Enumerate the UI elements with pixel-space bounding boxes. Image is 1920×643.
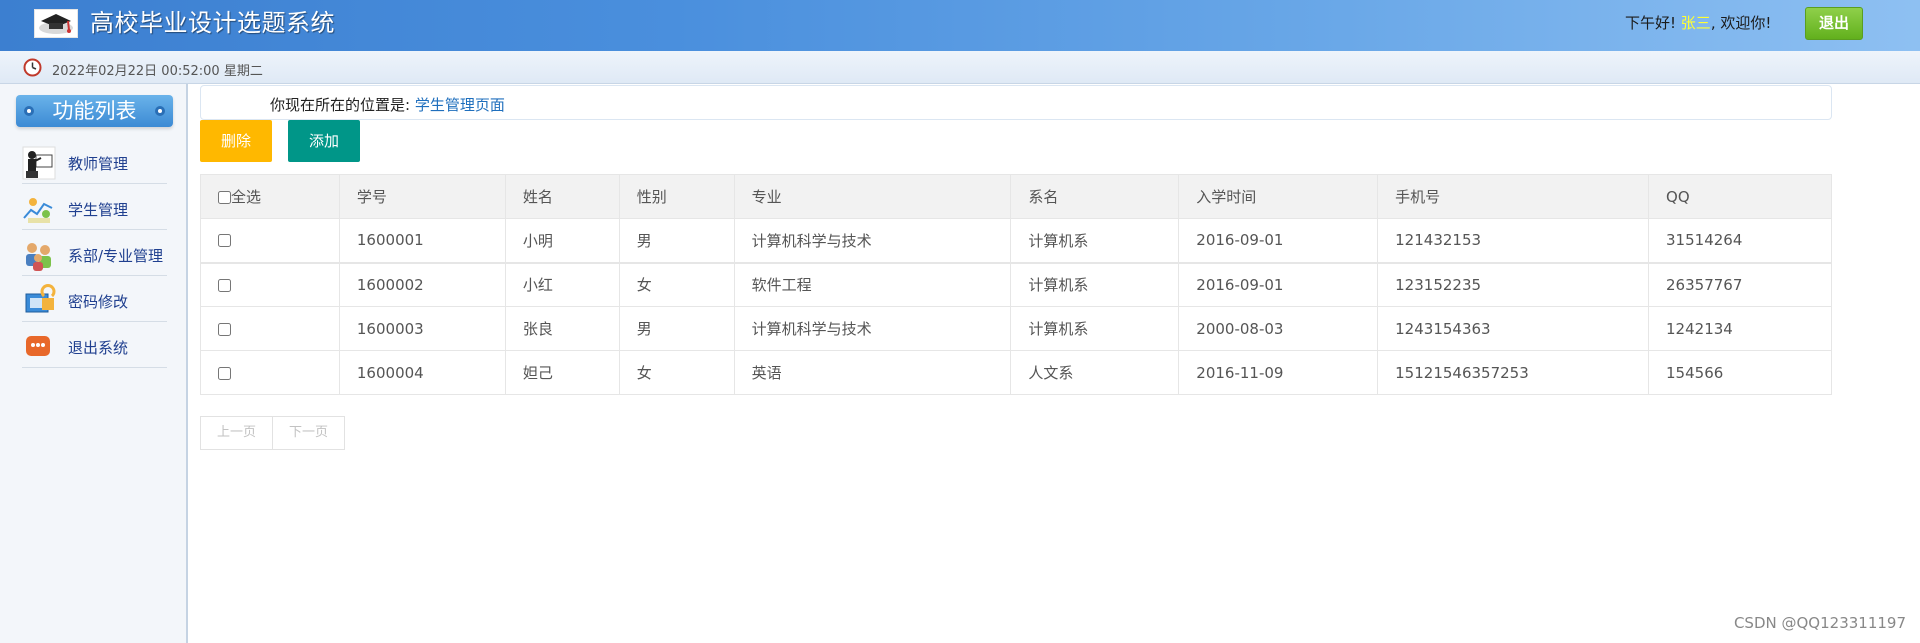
column-header-enroll-date: 入学时间 — [1178, 174, 1379, 219]
sidebar-header-label: 功能列表 — [52, 99, 137, 123]
pagination: 上一页 下一页 — [200, 416, 346, 450]
breadcrumb-current-link[interactable]: 学生管理页面 — [415, 96, 505, 114]
cell-department: 计算机系 — [1010, 218, 1180, 263]
cell-name: 张良 — [504, 306, 620, 351]
logout-button[interactable]: 退出 — [1805, 7, 1863, 40]
column-header-gender: 性别 — [618, 174, 735, 219]
top-header: 高校毕业设计选题系统 下午好! 张三, 欢迎你! 退出 — [0, 0, 1920, 51]
cell-enroll-date: 2016-11-09 — [1178, 350, 1379, 395]
cell-name: 小明 — [504, 218, 620, 263]
watermark: CSDN @QQ123311197 — [1733, 614, 1906, 632]
cell-qq: 1242134 — [1648, 306, 1832, 351]
sidebar-item-label: 退出系统 — [68, 339, 129, 357]
sidebar-item-label: 学生管理 — [68, 201, 129, 219]
greeting: 下午好! 张三, 欢迎你! — [1625, 14, 1771, 32]
date-bar: 2022年02月22日 00:52:00 星期二 — [0, 51, 1920, 84]
cell-phone: 123152235 — [1377, 261, 1650, 307]
cell-name: 小红 — [504, 261, 620, 307]
cell-phone: 121432153 — [1377, 218, 1650, 263]
sidebar-item-label: 系部/专业管理 — [68, 247, 164, 265]
table-row[interactable]: 1600003 张良 男 计算机科学与技术 计算机系 2000-08-03 12… — [200, 306, 1832, 351]
prev-page-button[interactable]: 上一页 — [200, 416, 274, 450]
cell-student-id: 1600002 — [338, 261, 506, 307]
greeting-suffix: , 欢迎你! — [1710, 14, 1772, 32]
username: 张三 — [1680, 14, 1711, 32]
bullet-icon — [155, 106, 165, 116]
cell-major: 计算机科学与技术 — [733, 306, 1012, 351]
cell-gender: 男 — [618, 218, 735, 263]
cell-student-id: 1600003 — [338, 306, 506, 351]
cell-enroll-date: 2000-08-03 — [1178, 306, 1379, 351]
cell-department: 计算机系 — [1010, 261, 1180, 307]
teacher-icon — [22, 146, 56, 180]
current-datetime: 2022年02月22日 00:52:00 星期二 — [52, 64, 263, 79]
cell-department: 计算机系 — [1010, 306, 1180, 351]
cell-qq: 154566 — [1648, 350, 1832, 395]
select-all-header: 全选 — [200, 174, 340, 219]
student-table: 全选 学号 姓名 性别 专业 系名 入学时间 手机号 QQ 1600001 小明… — [200, 174, 1832, 395]
column-header-phone: 手机号 — [1377, 174, 1650, 219]
column-header-student-id: 学号 — [338, 174, 506, 219]
select-all-checkbox[interactable] — [218, 191, 231, 204]
breadcrumb-prefix: 你现在所在的位置是: 学生管理页面 — [270, 94, 505, 115]
sidebar-item-label: 教师管理 — [68, 155, 129, 173]
cell-gender: 女 — [618, 261, 735, 307]
sidebar-header: 功能列表 — [16, 95, 173, 127]
column-header-name: 姓名 — [504, 174, 620, 219]
cell-phone: 1243154363 — [1377, 306, 1650, 351]
cell-major: 英语 — [733, 350, 1012, 395]
table-header-row: 全选 学号 姓名 性别 专业 系名 入学时间 手机号 QQ — [200, 174, 1832, 219]
student-icon — [22, 192, 56, 226]
cell-student-id: 1600004 — [338, 350, 506, 395]
department-icon — [22, 238, 56, 272]
cell-department: 人文系 — [1010, 350, 1180, 395]
cell-enroll-date: 2016-09-01 — [1178, 261, 1379, 307]
cell-qq: 26357767 — [1648, 261, 1832, 307]
sidebar-item-password[interactable]: 密码修改 — [22, 276, 167, 322]
cell-gender: 男 — [618, 306, 735, 351]
sidebar: 功能列表 教师管理 学生管理 系部/专业管理 密码修改 退出系统 — [0, 84, 188, 643]
cell-qq: 31514264 — [1648, 218, 1832, 263]
row-checkbox[interactable] — [218, 366, 231, 380]
cell-name: 妲己 — [504, 350, 620, 395]
row-checkbox[interactable] — [218, 322, 231, 336]
row-select-cell — [200, 218, 340, 263]
row-select-cell — [200, 306, 340, 351]
next-page-button[interactable]: 下一页 — [273, 416, 346, 450]
column-header-qq: QQ — [1648, 174, 1832, 219]
row-checkbox[interactable] — [218, 234, 231, 248]
delete-button[interactable]: 删除 — [200, 120, 272, 162]
sidebar-item-exit[interactable]: 退出系统 — [22, 322, 167, 368]
graduation-cap-logo-icon — [34, 9, 78, 38]
cell-gender: 女 — [618, 350, 735, 395]
row-select-cell — [200, 350, 340, 395]
cell-enroll-date: 2016-09-01 — [1178, 218, 1379, 263]
exit-icon — [22, 330, 56, 364]
row-select-cell — [200, 261, 340, 307]
select-all-label: 全选 — [231, 188, 262, 206]
sidebar-item-student[interactable]: 学生管理 — [22, 184, 167, 230]
cell-major: 计算机科学与技术 — [733, 218, 1012, 263]
password-icon — [22, 284, 56, 318]
add-button[interactable]: 添加 — [288, 120, 360, 162]
sidebar-item-department[interactable]: 系部/专业管理 — [22, 230, 167, 276]
cell-student-id: 1600001 — [338, 218, 506, 263]
table-row[interactable]: 1600004 妲己 女 英语 人文系 2016-11-09 151215463… — [200, 350, 1832, 395]
sidebar-item-teacher[interactable]: 教师管理 — [22, 138, 167, 184]
cell-major: 软件工程 — [733, 261, 1012, 307]
sidebar-item-label: 密码修改 — [68, 293, 129, 311]
row-checkbox[interactable] — [218, 278, 231, 292]
table-row[interactable]: 1600002 小红 女 软件工程 计算机系 2016-09-01 123152… — [200, 261, 1832, 307]
breadcrumb: 你现在所在的位置是: 学生管理页面 — [200, 85, 1832, 120]
breadcrumb-label: 你现在所在的位置是: — [270, 96, 411, 114]
column-header-major: 专业 — [733, 174, 1012, 219]
greeting-prefix: 下午好! — [1625, 14, 1677, 32]
clock-icon — [23, 58, 42, 81]
cell-phone: 15121546357253 — [1377, 350, 1650, 395]
app-title: 高校毕业设计选题系统 — [90, 9, 335, 37]
column-header-department: 系名 — [1010, 174, 1180, 219]
table-row[interactable]: 1600001 小明 男 计算机科学与技术 计算机系 2016-09-01 12… — [200, 218, 1832, 263]
bullet-icon — [24, 106, 34, 116]
